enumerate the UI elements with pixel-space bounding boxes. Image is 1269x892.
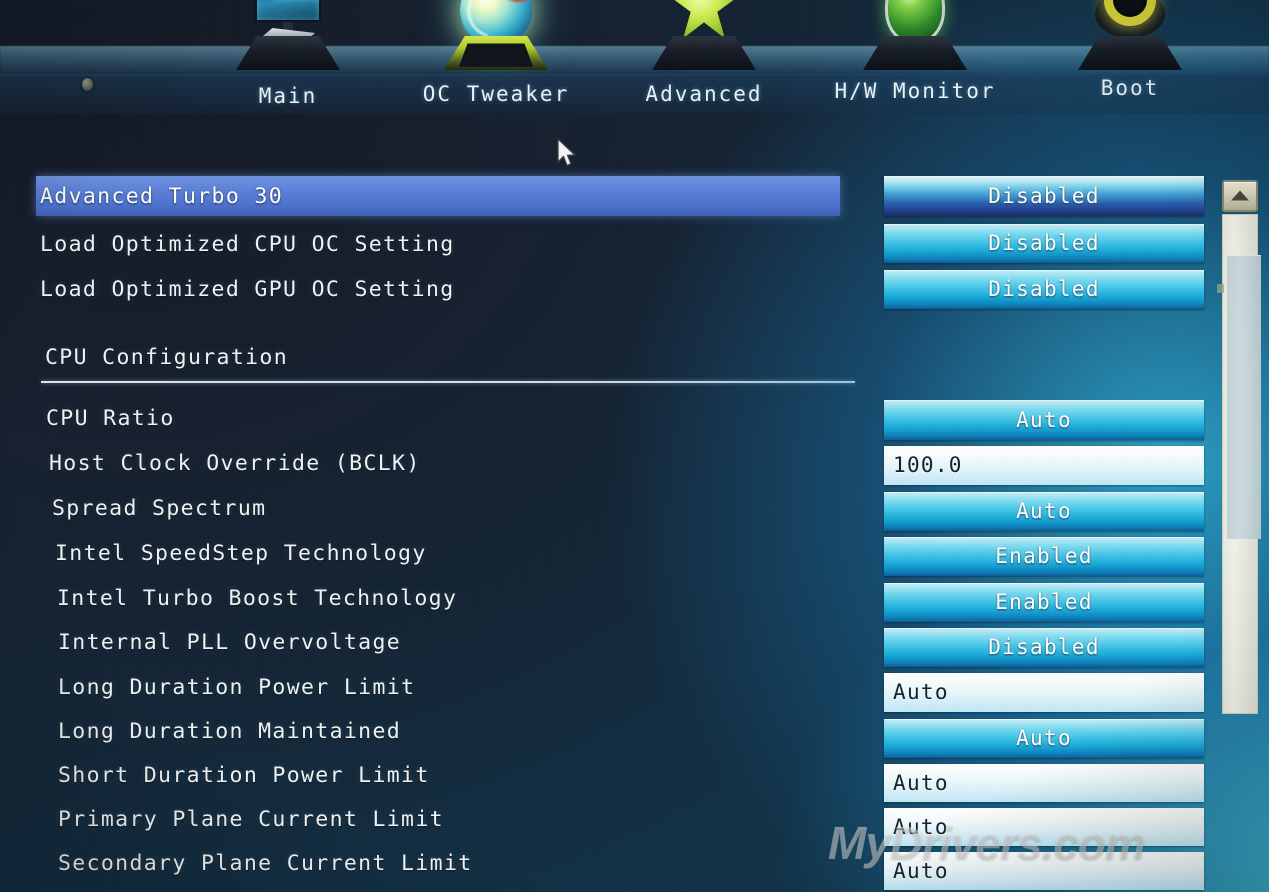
value-text: Auto [893,859,949,883]
value-input-host-clock-override-bclk[interactable]: 100.0 [884,446,1204,485]
value-dropdown-spread-spectrum[interactable]: Auto [884,492,1204,531]
scrollbar-thumb[interactable] [1227,255,1261,539]
settings-row-intel-turbo-boost-technology[interactable]: Intel Turbo Boost Technology [57,586,457,611]
value-text: Auto [1016,408,1072,432]
value-text: Disabled [988,184,1100,208]
settings-row-load-optimized-gpu-oc-setting[interactable]: Load Optimized GPU OC Setting [40,277,455,302]
value-text: Auto [893,815,949,839]
scrollbar-track[interactable] [1222,214,1261,714]
settings-row-spread-spectrum[interactable]: Spread Spectrum [52,496,266,521]
value-dropdown-intel-speedstep-technology[interactable]: Enabled [884,537,1204,576]
scrollbar-notch [1217,284,1224,293]
value-text: Auto [1016,726,1072,750]
value-dropdown-internal-pll-overvoltage[interactable]: Disabled [884,628,1204,667]
value-text: 100.0 [893,453,963,477]
settings-row-intel-speedstep-technology[interactable]: Intel SpeedStep Technology [55,541,427,566]
mouse-cursor-arrow-pointer [556,138,580,170]
settings-label-list: Advanced Turbo 30 Load Optimized CPU OC S… [0,0,880,892]
value-dropdown-load-optimized-gpu-oc-setting[interactable]: Disabled [884,270,1204,309]
value-text: Disabled [988,635,1100,659]
settings-row-primary-plane-current-limit[interactable]: Primary Plane Current Limit [58,807,444,832]
value-text: Disabled [988,231,1100,255]
scroll-up-arrow-icon[interactable] [1222,180,1258,212]
value-dropdown-cpu-ratio[interactable]: Auto [884,400,1204,440]
value-text: Auto [1016,499,1072,523]
value-input-long-duration-power-limit[interactable]: Auto [884,673,1204,712]
value-dropdown-load-optimized-cpu-oc-setting[interactable]: Disabled [884,224,1204,263]
scroll-up-triangle [1231,190,1249,201]
value-text: Disabled [988,277,1100,301]
settings-row-label: Advanced Turbo 30 [40,184,283,209]
value-input-secondary-plane-current-limit[interactable]: Auto [884,852,1204,890]
settings-row-host-clock-override-bclk[interactable]: Host Clock Override (BCLK) [49,451,421,476]
settings-row-long-duration-maintained[interactable]: Long Duration Maintained [58,719,401,744]
section-header-cpu-configuration: CPU Configuration [45,345,288,370]
scrollbar[interactable] [1217,178,1261,718]
settings-row-short-duration-power-limit[interactable]: Short Duration Power Limit [58,763,430,788]
value-input-primary-plane-current-limit[interactable]: Auto [884,808,1204,846]
value-dropdown-long-duration-maintained[interactable]: Auto [884,719,1204,758]
settings-row-long-duration-power-limit[interactable]: Long Duration Power Limit [58,675,415,700]
settings-row-secondary-plane-current-limit[interactable]: Secondary Plane Current Limit [58,851,473,876]
settings-row-advanced-turbo-30[interactable]: Advanced Turbo 30 [36,176,840,216]
value-text: Enabled [995,590,1093,614]
value-dropdown-advanced-turbo-30[interactable]: Disabled [884,176,1204,216]
value-text: Auto [893,771,949,795]
bios-screen: ASRockMainOC TweakerAdvancedH/W MonitorB… [0,0,1269,892]
settings-row-internal-pll-overvoltage[interactable]: Internal PLL Overvoltage [58,630,401,655]
settings-row-cpu-ratio[interactable]: CPU Ratio [46,406,175,431]
value-input-short-duration-power-limit[interactable]: Auto [884,764,1204,802]
value-text: Enabled [995,544,1093,568]
value-dropdown-intel-turbo-boost-technology[interactable]: Enabled [884,583,1204,622]
settings-value-column: Disabled Disabled Disabled Auto 100.0 Auto Ena… [884,0,1214,892]
section-divider-line [41,381,855,383]
value-text: Auto [893,680,949,704]
settings-row-load-optimized-cpu-oc-setting[interactable]: Load Optimized CPU OC Setting [40,232,455,257]
